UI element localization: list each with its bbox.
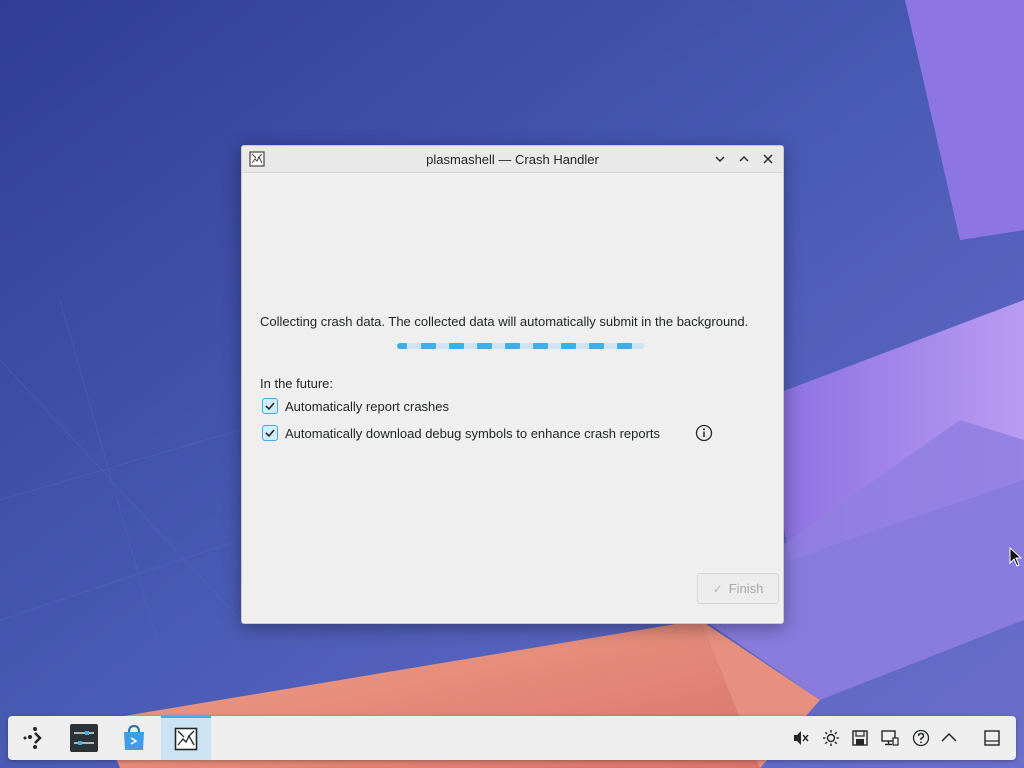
application-launcher-button[interactable] bbox=[14, 716, 54, 760]
crash-handler-task[interactable] bbox=[161, 716, 211, 760]
info-icon[interactable] bbox=[695, 424, 713, 442]
window-titlebar[interactable]: plasmashell — Crash Handler bbox=[242, 146, 783, 173]
close-button[interactable] bbox=[760, 151, 776, 167]
discover-icon bbox=[124, 724, 144, 750]
save-icon[interactable] bbox=[851, 729, 869, 747]
auto-download-symbols-label: Automatically download debug symbols to … bbox=[285, 425, 661, 441]
auto-report-checkbox[interactable]: Automatically report crashes bbox=[262, 398, 449, 414]
volume-muted-icon[interactable] bbox=[792, 729, 810, 747]
taskbar bbox=[8, 716, 1016, 760]
minimize-button[interactable] bbox=[712, 151, 728, 167]
help-icon[interactable] bbox=[912, 729, 930, 747]
checkbox-checked[interactable] bbox=[262, 398, 278, 414]
chevron-up-icon[interactable] bbox=[940, 729, 958, 747]
chevron-down-icon bbox=[715, 156, 725, 162]
crash-handler-icon bbox=[174, 727, 198, 751]
auto-report-label: Automatically report crashes bbox=[285, 398, 450, 414]
chevron-up-icon bbox=[739, 156, 749, 162]
future-label: In the future: bbox=[260, 376, 333, 391]
window-title: plasmashell — Crash Handler bbox=[426, 152, 599, 167]
brightness-icon[interactable] bbox=[822, 729, 840, 747]
checkbox-checked[interactable] bbox=[262, 425, 278, 441]
status-message: Collecting crash data. The collected dat… bbox=[260, 314, 749, 329]
finish-button[interactable]: ✓ Finish bbox=[697, 573, 779, 604]
auto-download-symbols-checkbox[interactable]: Automatically download debug symbols to … bbox=[262, 425, 660, 441]
checkmark-icon bbox=[265, 429, 275, 438]
maximize-button[interactable] bbox=[736, 151, 752, 167]
system-settings-task[interactable] bbox=[64, 716, 104, 760]
display-icon[interactable] bbox=[881, 729, 899, 747]
discover-task[interactable] bbox=[114, 716, 154, 760]
close-icon bbox=[763, 154, 773, 164]
finish-label: Finish bbox=[728, 581, 764, 596]
system-settings-icon bbox=[70, 724, 98, 752]
checkmark-icon: ✓ bbox=[712, 581, 723, 596]
checkmark-icon bbox=[265, 402, 275, 411]
busy-progress-bar bbox=[397, 343, 644, 349]
crash-handler-dialog: plasmashell — Crash Handler Collecting c… bbox=[241, 145, 784, 624]
application-launcher-icon bbox=[23, 727, 42, 749]
show-desktop-icon[interactable] bbox=[983, 729, 1001, 747]
mouse-cursor-icon bbox=[1009, 547, 1023, 567]
